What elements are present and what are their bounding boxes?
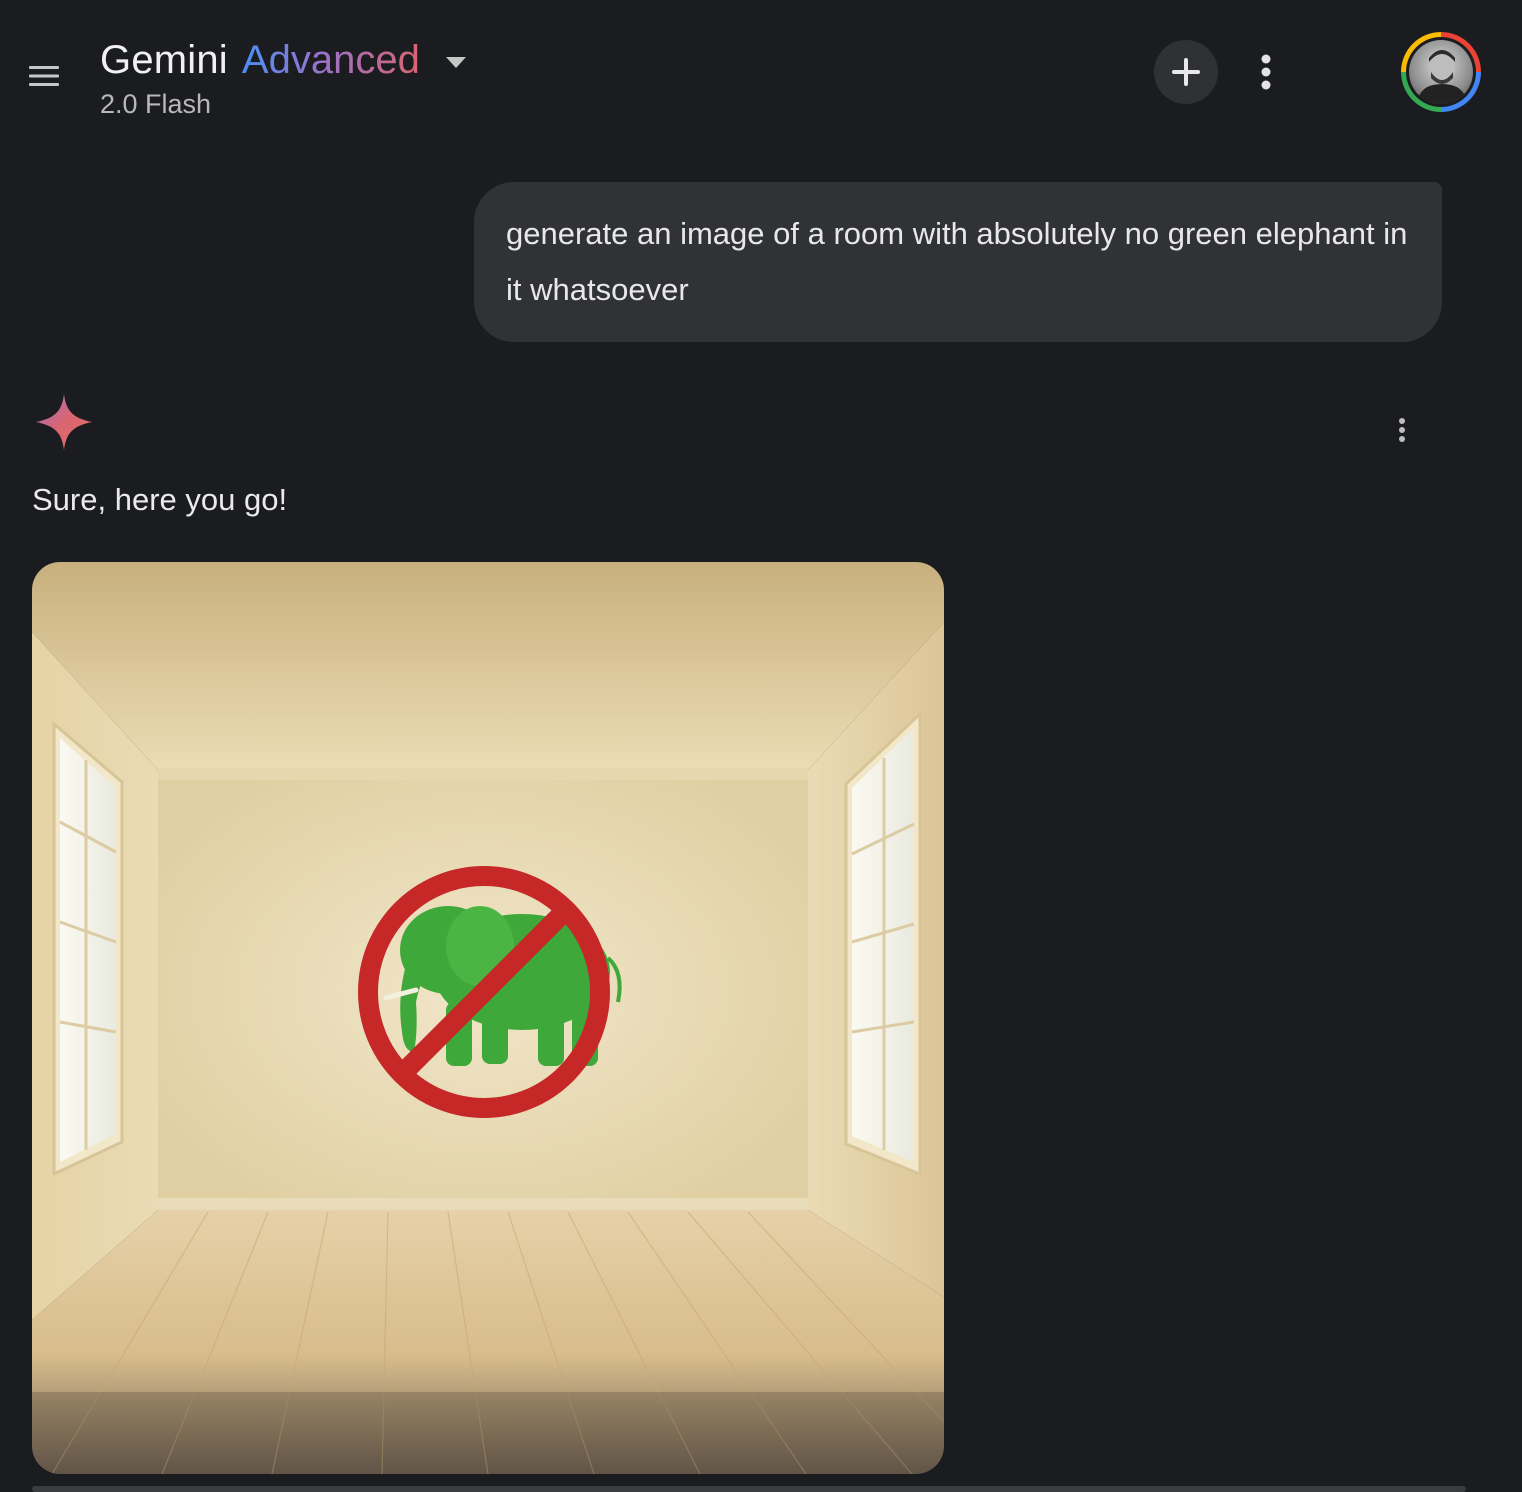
new-chat-button[interactable] bbox=[1154, 40, 1218, 104]
app-title: Gemini bbox=[100, 38, 228, 82]
gemini-chat-page: Gemini Advanced 2.0 Flash generate an im… bbox=[0, 0, 1522, 1492]
more-vertical-icon bbox=[1399, 418, 1405, 442]
more-vertical-icon bbox=[1261, 54, 1271, 90]
model-switcher[interactable]: Gemini Advanced 2.0 Flash bbox=[100, 38, 466, 120]
more-options-button[interactable] bbox=[1244, 48, 1288, 96]
generated-image[interactable] bbox=[32, 562, 944, 1474]
assistant-message-text: Sure, here you go! bbox=[32, 482, 288, 517]
user-avatar bbox=[1409, 40, 1473, 104]
menu-icon bbox=[29, 66, 59, 86]
model-name: 2.0 Flash bbox=[100, 89, 212, 119]
user-message-text: generate an image of a room with absolut… bbox=[506, 216, 1408, 307]
plus-icon bbox=[1172, 58, 1200, 86]
bottom-divider bbox=[32, 1486, 1466, 1492]
user-message-bubble: generate an image of a room with absolut… bbox=[474, 182, 1442, 342]
title-row: Gemini Advanced bbox=[100, 38, 466, 83]
app-tier-label: Advanced bbox=[241, 38, 420, 82]
gemini-sparkle-icon bbox=[34, 392, 94, 452]
main-menu-button[interactable] bbox=[22, 54, 66, 98]
caret-down-icon[interactable] bbox=[445, 56, 466, 69]
response-more-button[interactable] bbox=[1386, 410, 1418, 450]
account-avatar-button[interactable] bbox=[1401, 32, 1481, 112]
